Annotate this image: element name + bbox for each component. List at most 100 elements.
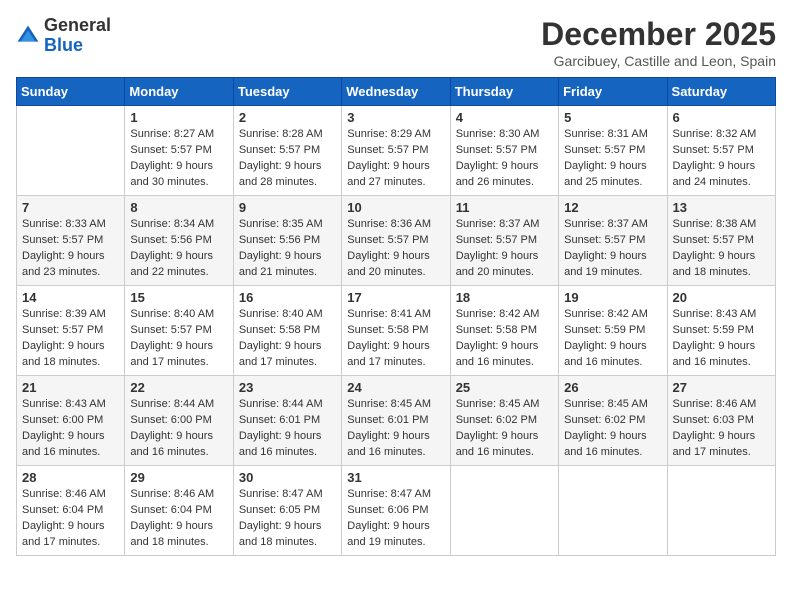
day-number: 13 [673, 200, 770, 215]
calendar-cell: 29 Sunrise: 8:46 AM Sunset: 6:04 PM Dayli… [125, 466, 233, 556]
day-number: 4 [456, 110, 553, 125]
day-number: 6 [673, 110, 770, 125]
page-header: General Blue December 2025 Garcibuey, Ca… [16, 16, 776, 69]
day-info: Sunrise: 8:40 AM Sunset: 5:58 PM Dayligh… [239, 307, 336, 371]
day-number: 30 [239, 470, 336, 485]
logo-general-text: General [44, 15, 111, 35]
day-number: 23 [239, 380, 336, 395]
calendar-cell: 27Sunrise: 8:46 AM Sunset: 6:03 PM Dayli… [667, 376, 775, 466]
day-info: Sunrise: 8:37 AM Sunset: 5:57 PM Dayligh… [564, 217, 661, 281]
day-info: Sunrise: 8:30 AM Sunset: 5:57 PM Dayligh… [456, 127, 553, 191]
day-info: Sunrise: 8:37 AM Sunset: 5:57 PM Dayligh… [456, 217, 553, 281]
day-info: Sunrise: 8:46 AM Sunset: 6:04 PM Dayligh… [130, 487, 227, 551]
weekday-header-cell: Monday [125, 78, 233, 106]
day-info: Sunrise: 8:45 AM Sunset: 6:01 PM Dayligh… [347, 397, 444, 461]
day-info: Sunrise: 8:46 AM Sunset: 6:04 PM Dayligh… [22, 487, 119, 551]
weekday-header-cell: Thursday [450, 78, 558, 106]
day-info: Sunrise: 8:33 AM Sunset: 5:57 PM Dayligh… [22, 217, 119, 281]
weekday-header-row: SundayMondayTuesdayWednesdayThursdayFrid… [17, 78, 776, 106]
calendar-cell: 21 Sunrise: 8:43 AM Sunset: 6:00 PM Dayli… [17, 376, 125, 466]
calendar-table: SundayMondayTuesdayWednesdayThursdayFrid… [16, 77, 776, 556]
day-info: Sunrise: 8:46 AM Sunset: 6:03 PM Dayligh… [673, 397, 770, 461]
calendar-cell: 12 Sunrise: 8:37 AM Sunset: 5:57 PM Dayli… [559, 196, 667, 286]
day-info: Sunrise: 8:38 AM Sunset: 5:57 PM Dayligh… [673, 217, 770, 281]
calendar-cell: 23 Sunrise: 8:44 AM Sunset: 6:01 PM Dayli… [233, 376, 341, 466]
calendar-cell: 8Sunrise: 8:34 AM Sunset: 5:56 PM Daylig… [125, 196, 233, 286]
day-number: 11 [456, 200, 553, 215]
day-number: 25 [456, 380, 553, 395]
day-number: 21 [22, 380, 119, 395]
day-number: 15 [130, 290, 227, 305]
calendar-cell: 24 Sunrise: 8:45 AM Sunset: 6:01 PM Dayli… [342, 376, 450, 466]
calendar-cell: 30 Sunrise: 8:47 AM Sunset: 6:05 PM Dayli… [233, 466, 341, 556]
day-info: Sunrise: 8:28 AM Sunset: 5:57 PM Dayligh… [239, 127, 336, 191]
calendar-cell: 1 Sunrise: 8:27 AM Sunset: 5:57 PM Daylig… [125, 106, 233, 196]
calendar-week-row: 28Sunrise: 8:46 AM Sunset: 6:04 PM Dayli… [17, 466, 776, 556]
calendar-week-row: 7 Sunrise: 8:33 AM Sunset: 5:57 PM Daylig… [17, 196, 776, 286]
day-info: Sunrise: 8:40 AM Sunset: 5:57 PM Dayligh… [130, 307, 227, 371]
day-number: 5 [564, 110, 661, 125]
calendar-cell [667, 466, 775, 556]
logo-icon [16, 24, 40, 48]
day-info: Sunrise: 8:42 AM Sunset: 5:59 PM Dayligh… [564, 307, 661, 371]
day-number: 19 [564, 290, 661, 305]
day-info: Sunrise: 8:35 AM Sunset: 5:56 PM Dayligh… [239, 217, 336, 281]
day-number: 1 [130, 110, 227, 125]
day-info: Sunrise: 8:45 AM Sunset: 6:02 PM Dayligh… [564, 397, 661, 461]
logo-blue-text: Blue [44, 35, 83, 55]
day-number: 22 [130, 380, 227, 395]
day-info: Sunrise: 8:39 AM Sunset: 5:57 PM Dayligh… [22, 307, 119, 371]
day-number: 9 [239, 200, 336, 215]
logo: General Blue [16, 16, 111, 56]
day-number: 2 [239, 110, 336, 125]
day-number: 24 [347, 380, 444, 395]
day-info: Sunrise: 8:47 AM Sunset: 6:06 PM Dayligh… [347, 487, 444, 551]
day-info: Sunrise: 8:31 AM Sunset: 5:57 PM Dayligh… [564, 127, 661, 191]
day-number: 17 [347, 290, 444, 305]
calendar-cell: 3 Sunrise: 8:29 AM Sunset: 5:57 PM Daylig… [342, 106, 450, 196]
day-number: 16 [239, 290, 336, 305]
day-info: Sunrise: 8:47 AM Sunset: 6:05 PM Dayligh… [239, 487, 336, 551]
weekday-header-cell: Saturday [667, 78, 775, 106]
day-info: Sunrise: 8:27 AM Sunset: 5:57 PM Dayligh… [130, 127, 227, 191]
calendar-cell: 15 Sunrise: 8:40 AM Sunset: 5:57 PM Dayli… [125, 286, 233, 376]
calendar-cell: 4 Sunrise: 8:30 AM Sunset: 5:57 PM Daylig… [450, 106, 558, 196]
day-number: 7 [22, 200, 119, 215]
day-number: 3 [347, 110, 444, 125]
calendar-cell [450, 466, 558, 556]
day-info: Sunrise: 8:32 AM Sunset: 5:57 PM Dayligh… [673, 127, 770, 191]
day-number: 26 [564, 380, 661, 395]
calendar-cell: 7 Sunrise: 8:33 AM Sunset: 5:57 PM Daylig… [17, 196, 125, 286]
title-block: December 2025 Garcibuey, Castille and Le… [541, 16, 776, 69]
calendar-cell: 25 Sunrise: 8:45 AM Sunset: 6:02 PM Dayli… [450, 376, 558, 466]
day-info: Sunrise: 8:43 AM Sunset: 5:59 PM Dayligh… [673, 307, 770, 371]
weekday-header-cell: Tuesday [233, 78, 341, 106]
day-info: Sunrise: 8:29 AM Sunset: 5:57 PM Dayligh… [347, 127, 444, 191]
day-number: 29 [130, 470, 227, 485]
day-info: Sunrise: 8:45 AM Sunset: 6:02 PM Dayligh… [456, 397, 553, 461]
calendar-cell: 19 Sunrise: 8:42 AM Sunset: 5:59 PM Dayli… [559, 286, 667, 376]
day-info: Sunrise: 8:44 AM Sunset: 6:01 PM Dayligh… [239, 397, 336, 461]
day-number: 18 [456, 290, 553, 305]
day-info: Sunrise: 8:43 AM Sunset: 6:00 PM Dayligh… [22, 397, 119, 461]
calendar-body: 1 Sunrise: 8:27 AM Sunset: 5:57 PM Daylig… [17, 106, 776, 556]
calendar-cell: 17 Sunrise: 8:41 AM Sunset: 5:58 PM Dayli… [342, 286, 450, 376]
calendar-cell: 2 Sunrise: 8:28 AM Sunset: 5:57 PM Daylig… [233, 106, 341, 196]
calendar-cell: 16 Sunrise: 8:40 AM Sunset: 5:58 PM Dayli… [233, 286, 341, 376]
calendar-cell: 18 Sunrise: 8:42 AM Sunset: 5:58 PM Dayli… [450, 286, 558, 376]
day-number: 12 [564, 200, 661, 215]
calendar-cell: 14Sunrise: 8:39 AM Sunset: 5:57 PM Dayli… [17, 286, 125, 376]
calendar-week-row: 21 Sunrise: 8:43 AM Sunset: 6:00 PM Dayli… [17, 376, 776, 466]
calendar-cell: 28Sunrise: 8:46 AM Sunset: 6:04 PM Dayli… [17, 466, 125, 556]
day-number: 31 [347, 470, 444, 485]
calendar-week-row: 14Sunrise: 8:39 AM Sunset: 5:57 PM Dayli… [17, 286, 776, 376]
calendar-cell: 5 Sunrise: 8:31 AM Sunset: 5:57 PM Daylig… [559, 106, 667, 196]
day-info: Sunrise: 8:34 AM Sunset: 5:56 PM Dayligh… [130, 217, 227, 281]
calendar-cell [559, 466, 667, 556]
calendar-cell: 31 Sunrise: 8:47 AM Sunset: 6:06 PM Dayli… [342, 466, 450, 556]
weekday-header-cell: Friday [559, 78, 667, 106]
day-info: Sunrise: 8:42 AM Sunset: 5:58 PM Dayligh… [456, 307, 553, 371]
calendar-cell [17, 106, 125, 196]
day-info: Sunrise: 8:41 AM Sunset: 5:58 PM Dayligh… [347, 307, 444, 371]
calendar-week-row: 1 Sunrise: 8:27 AM Sunset: 5:57 PM Daylig… [17, 106, 776, 196]
